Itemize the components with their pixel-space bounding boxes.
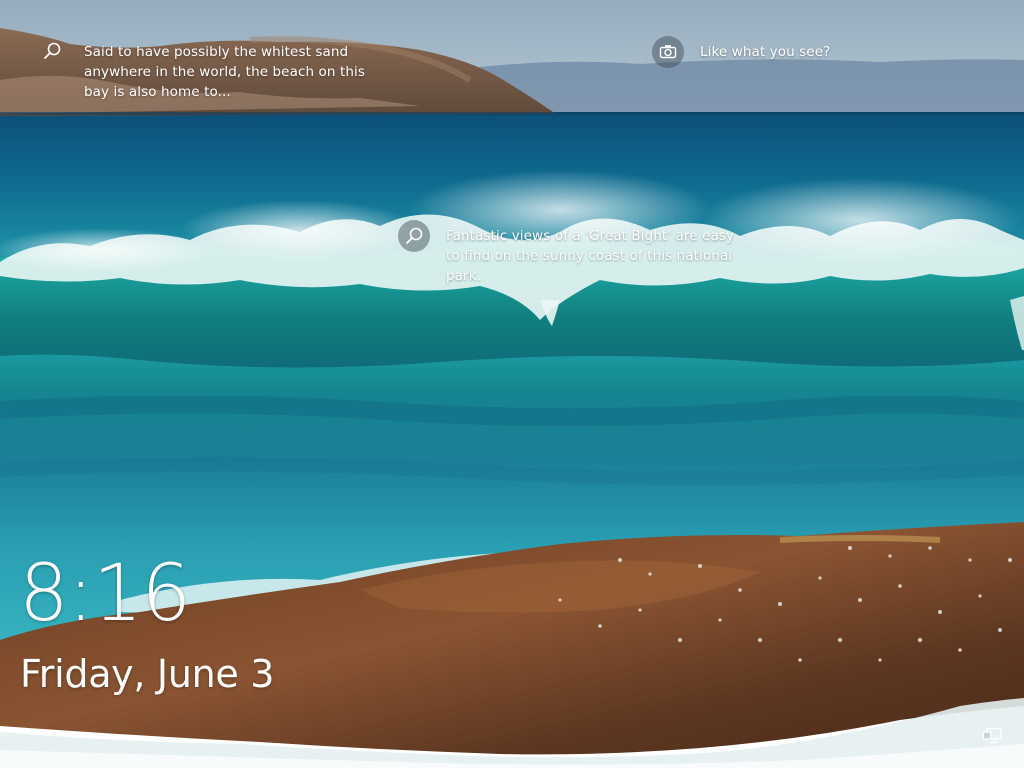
clock-date: Friday, June 3 [20, 652, 275, 696]
clock-time: 8:16 [19, 549, 191, 639]
spotlight-text-wave[interactable]: Fantastic views of a 'Great Bight' are e… [446, 226, 736, 286]
search-icon[interactable] [398, 220, 430, 252]
spotlight-text-island[interactable]: Said to have possibly the whitest sand a… [84, 42, 374, 102]
network-icon[interactable] [982, 727, 1004, 745]
camera-icon[interactable] [652, 36, 684, 68]
search-icon[interactable] [36, 35, 68, 67]
like-what-you-see-label[interactable]: Like what you see? [700, 42, 900, 62]
lock-screen[interactable]: Said to have possibly the whitest sand a… [0, 0, 1024, 768]
